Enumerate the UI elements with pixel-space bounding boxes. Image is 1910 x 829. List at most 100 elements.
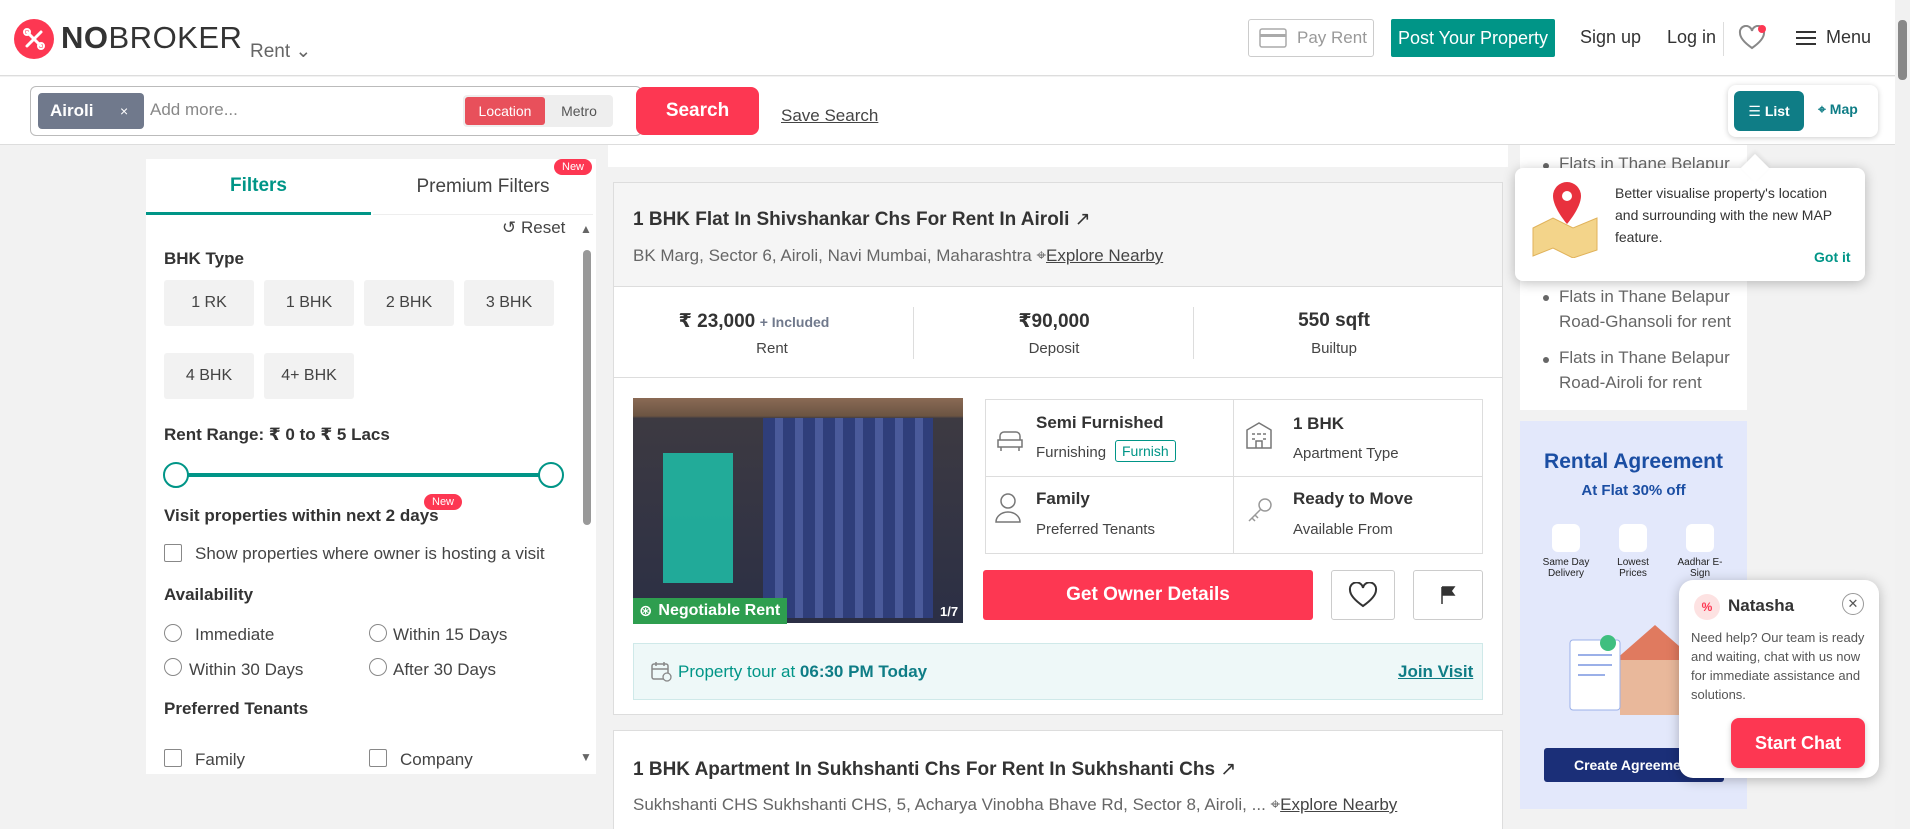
rent-label: Rent — [756, 340, 788, 357]
listing-card-header — [614, 183, 1502, 287]
visit-new-badge: New — [424, 494, 463, 510]
tour-time: 06:30 PM Today — [799, 662, 928, 681]
rent-value: ₹ 23,000 — [678, 311, 756, 332]
explore-nearby-link[interactable]: Explore Nearby — [1280, 795, 1397, 814]
promo-subtitle: At Flat 30% off — [1581, 482, 1686, 499]
search-input[interactable]: Add more... — [150, 100, 238, 120]
bhk-option-2bhk[interactable]: 2 BHK — [364, 280, 454, 326]
page-scrollbar-thumb[interactable] — [1898, 20, 1907, 80]
chip-remove-icon[interactable]: × — [120, 103, 128, 119]
reset-label: Reset — [520, 218, 566, 237]
login-link[interactable]: Log in — [1667, 27, 1716, 48]
rent-range-slider[interactable] — [175, 473, 552, 477]
logo-text-bold: NO — [61, 20, 109, 55]
nobroker-logo-icon[interactable] — [14, 19, 54, 59]
close-icon[interactable]: ✕ — [1842, 593, 1864, 615]
listing-photo[interactable] — [633, 398, 963, 623]
start-chat-button[interactable]: Start Chat — [1731, 718, 1865, 768]
list-bullet — [1543, 357, 1549, 363]
listing-title[interactable]: 1 BHK Apartment In Sukhshanti Chs For Re… — [633, 758, 1236, 781]
tenant-company-checkbox[interactable] — [369, 749, 387, 767]
metro-toggle[interactable]: Metro — [548, 97, 610, 125]
tour-prefix: Property tour at — [678, 662, 796, 681]
availability-15-days-radio[interactable] — [369, 624, 387, 642]
availability-immediate-radio[interactable] — [164, 624, 182, 642]
list-view-label: List — [1764, 103, 1790, 119]
tab-filters[interactable]: Filters — [146, 159, 371, 215]
filters-scrollbar[interactable] — [583, 250, 591, 525]
page-scrollbar[interactable] — [1895, 0, 1910, 829]
photo-curtain — [763, 418, 933, 618]
listing-title[interactable]: 1 BHK Flat In Shivshankar Chs For Rent I… — [633, 208, 1091, 231]
availability-30-days-radio[interactable] — [164, 658, 182, 676]
search-button[interactable]: Search — [636, 87, 759, 135]
tooltip-text: Better visualise property's location and… — [1615, 185, 1832, 245]
rent-dropdown-label: Rent — [250, 41, 291, 62]
bhk-option-1rk[interactable]: 1 RK — [164, 280, 254, 326]
location-pin-icon: ⌖ — [1270, 795, 1281, 814]
save-search-link[interactable]: Save Search — [781, 106, 878, 126]
furnishing-label: Furnishing — [1036, 444, 1107, 461]
tenant-person-icon — [993, 490, 1023, 529]
hamburger-icon — [1796, 30, 1816, 45]
explore-nearby-link[interactable]: Explore Nearby — [1046, 246, 1163, 265]
scroll-down-icon[interactable]: ▼ — [580, 750, 592, 764]
related-link[interactable]: Flats in Thane Belapur Road-Ghansoli for… — [1559, 284, 1739, 334]
photo-window — [663, 453, 733, 583]
apartment-type-value: 1 BHK — [1293, 414, 1345, 433]
card-icon — [1259, 28, 1287, 48]
locality-chip-label: Airoli — [50, 101, 94, 120]
shortlist-button[interactable] — [1331, 570, 1395, 620]
tenant-family-checkbox[interactable] — [164, 749, 182, 767]
menu-button[interactable]: Menu — [1796, 27, 1871, 48]
details-hdivider — [986, 476, 1482, 477]
pay-rent-label: Pay Rent — [1297, 28, 1367, 47]
deposit-value: ₹90,000 — [1018, 311, 1090, 332]
bhk-type-title: BHK Type — [164, 249, 244, 268]
owner-visit-checkbox[interactable] — [164, 544, 182, 562]
calendar-icon — [650, 660, 672, 687]
furnish-tag[interactable]: Furnish — [1115, 440, 1176, 462]
bhk-option-3bhk[interactable]: 3 BHK — [464, 280, 554, 326]
listing-title-text: 1 BHK Apartment In Sukhshanti Chs For Re… — [633, 759, 1216, 780]
listing-title-text: 1 BHK Flat In Shivshankar Chs For Rent I… — [633, 209, 1070, 230]
availability-after-30-radio[interactable] — [369, 658, 387, 676]
reset-button[interactable]: ↺ Reset — [502, 218, 565, 238]
got-it-button[interactable]: Got it — [1814, 249, 1851, 265]
map-view-button[interactable]: ⌖ Map — [1818, 101, 1858, 118]
report-button[interactable] — [1413, 570, 1483, 620]
scroll-up-icon[interactable]: ▲ — [580, 222, 592, 236]
furnishing-value: Semi Furnished — [1036, 413, 1164, 432]
tenant-family-label: Family — [195, 750, 246, 769]
pay-rent-button[interactable]: Pay Rent — [1248, 19, 1374, 57]
heart-icon — [1348, 582, 1378, 608]
post-property-button[interactable]: Post Your Property — [1391, 19, 1555, 57]
join-visit-link[interactable]: Join Visit — [1398, 662, 1473, 682]
list-bullet — [1543, 295, 1549, 301]
location-toggle[interactable]: Location — [465, 97, 545, 125]
listing-stats — [614, 288, 1502, 378]
reset-icon: ↺ — [502, 218, 517, 237]
preferred-tenants-title: Preferred Tenants — [164, 699, 309, 718]
external-link-icon: ↗ — [1220, 759, 1237, 780]
logo-text[interactable]: NOBROKER — [61, 20, 242, 56]
rent-dropdown[interactable]: Rent ⌄ — [250, 40, 311, 63]
menu-label: Menu — [1826, 27, 1872, 47]
bhk-option-1bhk[interactable]: 1 BHK — [264, 280, 354, 326]
external-link-icon: ↗ — [1074, 209, 1091, 230]
rent-max-handle[interactable] — [538, 462, 564, 488]
tenant-label: Preferred Tenants — [1036, 521, 1155, 538]
map-view-label: Map — [1829, 101, 1858, 117]
bhk-option-4plus-bhk[interactable]: 4+ BHK — [264, 353, 354, 399]
area-value: 550 sqft — [1298, 310, 1370, 331]
rent-min-handle[interactable] — [163, 462, 189, 488]
get-owner-details-button[interactable]: Get Owner Details — [983, 570, 1313, 620]
list-view-button[interactable]: ☰ List — [1734, 91, 1804, 131]
related-link[interactable]: Flats in Thane Belapur Road-Airoli for r… — [1559, 345, 1739, 395]
bhk-option-4bhk[interactable]: 4 BHK — [164, 353, 254, 399]
shortlist-heart-icon[interactable] — [1738, 24, 1766, 51]
building-icon — [1245, 420, 1273, 455]
signup-link[interactable]: Sign up — [1580, 27, 1641, 48]
availability-15-days-label: Within 15 Days — [393, 625, 508, 644]
delivery-icon — [1552, 524, 1580, 552]
